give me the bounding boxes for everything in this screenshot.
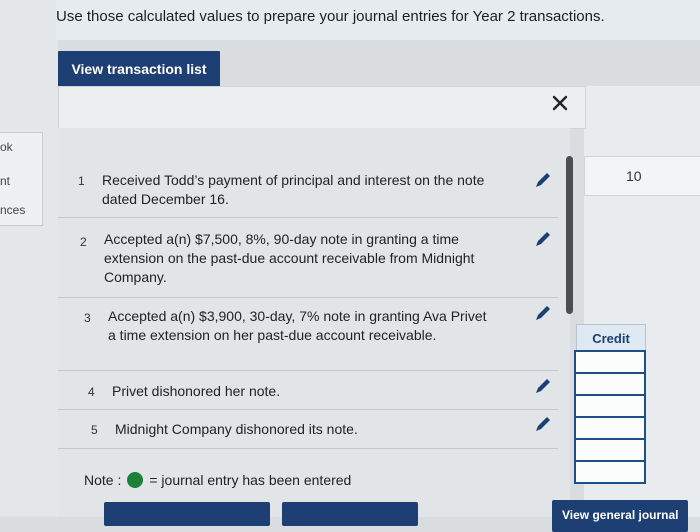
transaction-text: Accepted a(n) $7,500, 8%, 90-day note in… bbox=[104, 231, 475, 285]
edit-icon[interactable] bbox=[533, 229, 553, 249]
transaction-row-4: 4 Privet dishonored her note. bbox=[58, 370, 558, 410]
instruction-bar: Use those calculated values to prepare y… bbox=[56, 0, 700, 40]
right-cell bbox=[584, 156, 700, 196]
credit-input[interactable] bbox=[574, 372, 646, 396]
transaction-list-header bbox=[58, 86, 586, 129]
credit-column-header: Credit bbox=[576, 324, 646, 352]
view-transaction-list-button[interactable]: View transaction list bbox=[58, 51, 220, 87]
edit-icon[interactable] bbox=[533, 376, 553, 396]
transaction-row-1: 1 Received Todd’s payment of principal a… bbox=[58, 160, 558, 218]
entered-dot-icon bbox=[127, 472, 144, 488]
transaction-row-5: 5 Midnight Company dishonored its note. bbox=[58, 409, 558, 449]
transaction-row-3: 3 Accepted a(n) $3,900, 30-day, 7% note … bbox=[58, 297, 558, 371]
edit-icon[interactable] bbox=[533, 303, 553, 323]
instruction-text: Use those calculated values to prepare y… bbox=[56, 8, 605, 25]
credit-input[interactable] bbox=[574, 416, 646, 440]
clear-entry-button[interactable] bbox=[282, 502, 418, 526]
note-label: Note : bbox=[84, 472, 122, 488]
right-panel-number: 10 bbox=[626, 168, 642, 184]
transaction-text: Accepted a(n) $3,900, 30-day, 7% note in… bbox=[108, 308, 487, 343]
sidebar-item-3[interactable]: nces bbox=[0, 203, 25, 217]
sidebar-item-1[interactable]: ok bbox=[0, 140, 13, 154]
transaction-text: Privet dishonored her note. bbox=[112, 383, 281, 399]
left-sidebar bbox=[0, 0, 58, 517]
record-entry-button[interactable] bbox=[104, 502, 270, 526]
edit-icon[interactable] bbox=[533, 170, 553, 190]
edit-icon[interactable] bbox=[533, 414, 553, 434]
transaction-text: Received Todd’s payment of principal and… bbox=[102, 172, 485, 207]
transaction-text: Midnight Company dishonored its note. bbox=[115, 421, 358, 437]
credit-input[interactable] bbox=[574, 394, 646, 418]
note: Note : = journal entry has been entered bbox=[84, 472, 351, 488]
credit-input[interactable] bbox=[574, 438, 646, 462]
credit-input[interactable] bbox=[574, 460, 646, 484]
scrollbar[interactable] bbox=[566, 156, 573, 314]
credit-input[interactable] bbox=[574, 350, 646, 374]
view-general-journal-button[interactable]: View general journal bbox=[552, 500, 689, 532]
transaction-number: 1 bbox=[78, 174, 85, 188]
close-icon[interactable] bbox=[548, 91, 572, 115]
note-text: = journal entry has been entered bbox=[149, 472, 352, 488]
sidebar-item-2[interactable]: nt bbox=[0, 174, 10, 188]
transaction-number: 4 bbox=[88, 385, 95, 399]
transaction-number: 3 bbox=[84, 311, 91, 325]
transaction-number: 2 bbox=[80, 235, 87, 249]
transaction-row-2: 2 Accepted a(n) $7,500, 8%, 90-day note … bbox=[58, 217, 558, 298]
transaction-number: 5 bbox=[91, 423, 98, 437]
